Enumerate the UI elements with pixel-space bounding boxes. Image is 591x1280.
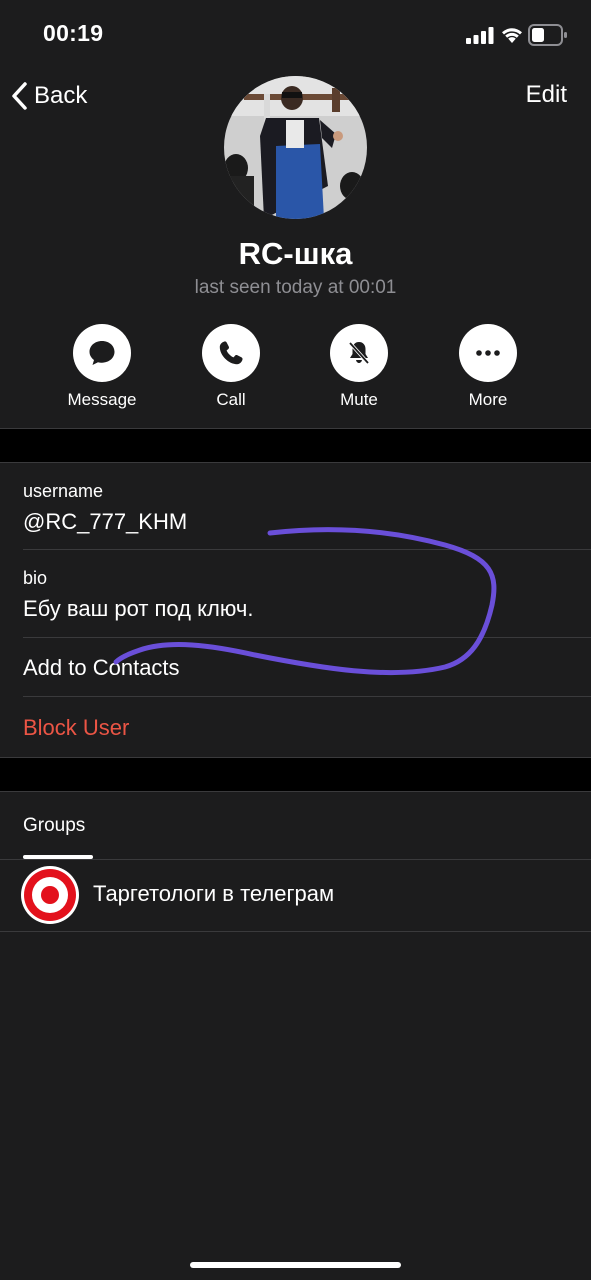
section-gap xyxy=(0,758,591,791)
groups-tab[interactable]: Groups xyxy=(23,815,85,837)
status-time: 00:19 xyxy=(43,20,104,46)
phone-icon xyxy=(219,341,243,365)
home-indicator[interactable] xyxy=(190,1262,401,1268)
mute-button[interactable]: Mute xyxy=(309,324,409,410)
block-user-button[interactable]: Block User xyxy=(23,715,129,741)
target-icon xyxy=(21,866,79,924)
cellular-signal-icon xyxy=(466,27,494,44)
divider xyxy=(23,549,591,550)
call-button[interactable]: Call xyxy=(181,324,281,410)
divider xyxy=(23,637,591,638)
more-icon xyxy=(476,350,500,356)
bio-label: bio xyxy=(23,568,48,588)
call-label: Call xyxy=(216,390,246,409)
wifi-icon xyxy=(502,28,522,43)
bell-slash-icon xyxy=(348,341,370,365)
back-label: Back xyxy=(34,82,88,109)
divider xyxy=(0,462,591,463)
username-value[interactable]: @RC_777_KHM xyxy=(23,509,187,535)
profile-name: RC-шка xyxy=(238,236,353,271)
bio-value: Ебу ваш рот под ключ. xyxy=(23,596,254,621)
divider xyxy=(0,791,591,792)
message-icon xyxy=(89,341,115,365)
username-label: username xyxy=(23,481,104,501)
edit-button[interactable]: Edit xyxy=(526,81,567,109)
add-to-contacts-button[interactable]: Add to Contacts xyxy=(23,655,180,681)
divider xyxy=(23,696,591,697)
more-label: More xyxy=(468,390,508,409)
more-button[interactable]: More xyxy=(438,324,538,410)
message-button[interactable]: Message xyxy=(52,324,152,410)
avatar-photo xyxy=(224,76,367,219)
last-seen-status: last seen today at 00:01 xyxy=(194,277,397,298)
chevron-left-icon xyxy=(12,82,27,110)
mute-label: Mute xyxy=(340,390,378,409)
group-name: Таргетологи в телеграм xyxy=(93,881,335,906)
section-gap xyxy=(0,429,591,462)
avatar[interactable] xyxy=(224,76,367,219)
message-label: Message xyxy=(67,390,137,409)
divider xyxy=(0,931,591,932)
battery-icon xyxy=(528,24,567,46)
back-button[interactable]: Back xyxy=(10,78,87,114)
